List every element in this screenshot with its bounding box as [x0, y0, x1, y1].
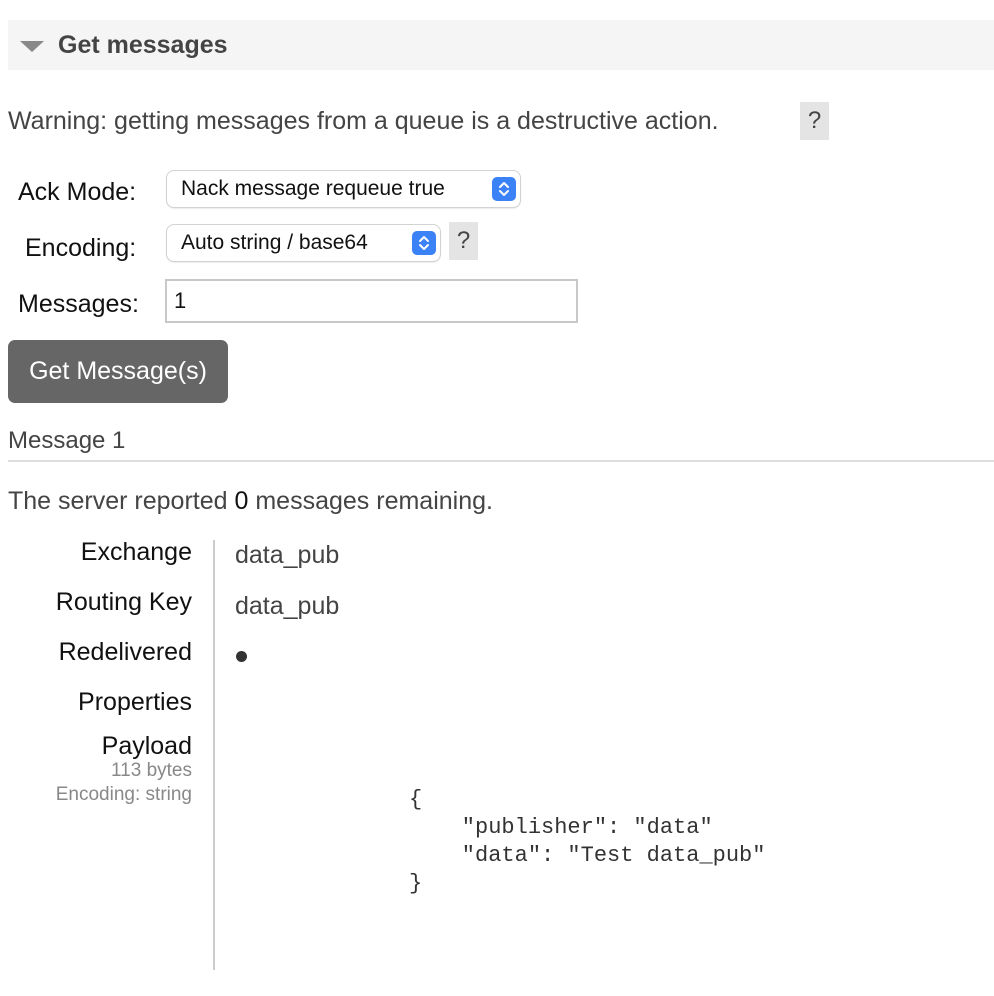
- exchange-value: data_pub: [235, 541, 340, 569]
- payload-body: { "publisher": "data" "data": "Test data…: [409, 787, 766, 896]
- remaining-count: 0: [234, 487, 249, 515]
- encoding-selected-value: Auto string / base64: [181, 231, 368, 254]
- warning-help-button[interactable]: ?: [800, 102, 829, 140]
- encoding-label: Encoding:: [25, 234, 137, 262]
- ack-mode-select[interactable]: Nack message requeue true: [167, 171, 520, 207]
- encoding-help-button[interactable]: ?: [449, 222, 478, 260]
- payload-size: 113 bytes: [111, 760, 192, 781]
- up-down-chevron-icon: [412, 231, 436, 255]
- properties-label: Properties: [78, 688, 192, 716]
- remaining-message: The server reported 0 messages remaining…: [8, 487, 493, 516]
- payload-encoding: Encoding: string: [55, 784, 192, 805]
- ack-mode-label: Ack Mode:: [18, 178, 137, 206]
- bullet-icon: [236, 651, 247, 662]
- divider: [8, 460, 994, 462]
- section-title[interactable]: Get messages: [58, 31, 228, 60]
- routing-key-value: data_pub: [235, 592, 340, 620]
- message-heading: Message 1: [8, 427, 126, 454]
- payload-label: Payload: [101, 732, 192, 760]
- triangle-down-icon[interactable]: [20, 41, 44, 52]
- up-down-chevron-icon: [492, 177, 516, 201]
- messages-label: Messages:: [18, 290, 139, 318]
- remaining-prefix: The server reported: [8, 487, 235, 515]
- details-divider: [213, 540, 215, 970]
- ack-mode-selected-value: Nack message requeue true: [181, 177, 445, 200]
- redelivered-label: Redelivered: [58, 638, 192, 666]
- remaining-suffix: messages remaining.: [248, 487, 493, 515]
- encoding-select[interactable]: Auto string / base64: [167, 225, 440, 261]
- get-messages-button[interactable]: Get Message(s): [8, 340, 228, 403]
- routing-key-label: Routing Key: [55, 588, 192, 616]
- exchange-label: Exchange: [80, 538, 192, 566]
- warning-text: Warning: getting messages from a queue i…: [8, 107, 719, 135]
- messages-count-input[interactable]: [165, 279, 578, 323]
